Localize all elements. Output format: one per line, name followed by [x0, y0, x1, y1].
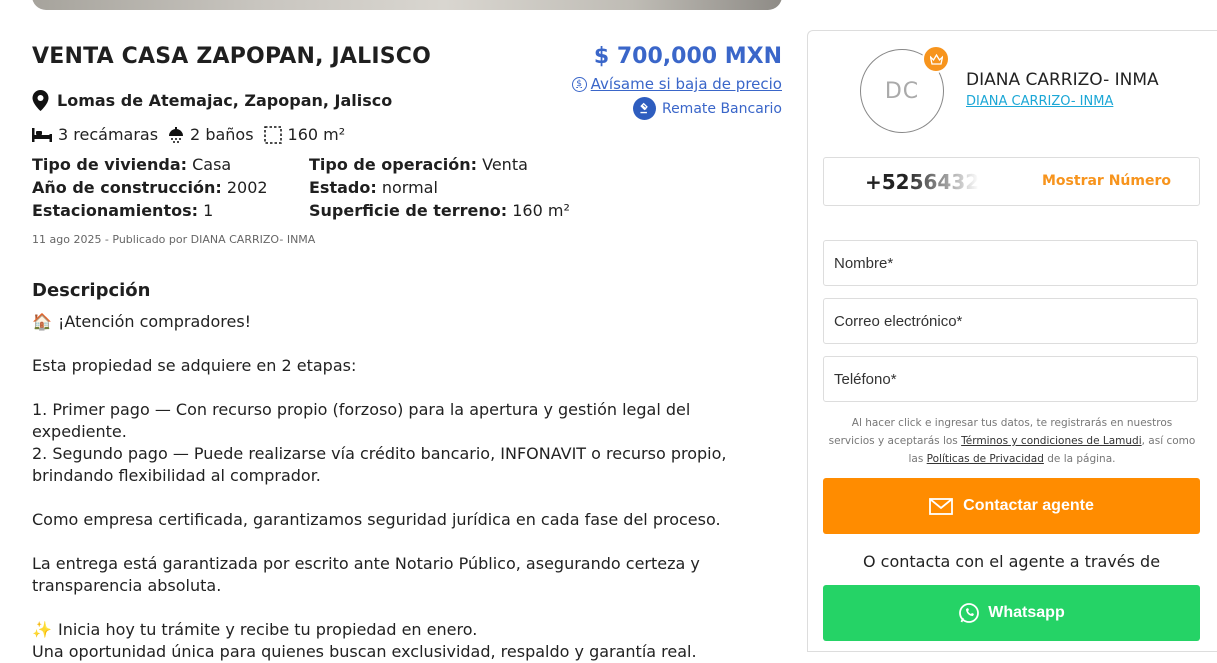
spec-key: Superficie de terreno:	[309, 201, 508, 220]
description-line: Esta propiedad se adquiere en 2 etapas:	[32, 356, 357, 375]
spec-key: Estacionamientos:	[32, 201, 199, 220]
spec-value: 1	[203, 201, 214, 220]
privacy-link[interactable]: Políticas de Privacidad	[927, 453, 1044, 465]
spec-key: Tipo de vivienda:	[32, 155, 188, 174]
partial-phone-number: +5256432	[865, 170, 980, 194]
spec-key: Tipo de operación:	[309, 155, 478, 174]
description-line: Una oportunidad única para quienes busca…	[32, 642, 697, 661]
price-alert-link[interactable]: $ Avísame si baja de precio	[571, 75, 782, 93]
terms-link[interactable]: Términos y condiciones de Lamudi	[961, 435, 1142, 447]
contact-agent-label: Contactar agente	[963, 497, 1094, 514]
location-pin-icon	[32, 90, 49, 111]
dollar-coin-icon: $	[571, 76, 587, 92]
description-body: 🏠 ¡Atención compradores! Esta propiedad s…	[32, 311, 784, 663]
location-text: Lomas de Atemajac, Zapopan, Jalisco	[57, 91, 393, 110]
whatsapp-label: Whatsapp	[988, 604, 1065, 621]
spec-estado: Estado: normal	[309, 178, 592, 197]
description-line: La entrega está garantizada por escrito …	[32, 554, 700, 595]
spec-tipo-vivienda: Tipo de vivienda: Casa	[32, 155, 309, 174]
published-info: 11 ago 2025 - Publicado por DIANA CARRIZ…	[32, 233, 316, 246]
description-line: 1. Primer pago — Con recurso propio (for…	[32, 400, 691, 441]
spec-value: Venta	[482, 155, 528, 174]
agent-profile-link[interactable]: DIANA CARRIZO- INMA	[966, 94, 1113, 109]
description-line: Inicia hoy tu trámite y recibe tu propie…	[58, 620, 478, 639]
agent-name: DIANA CARRIZO- INMA	[966, 70, 1159, 90]
listing-title: VENTA CASA ZAPOPAN, JALISCO	[32, 44, 432, 69]
alternative-contact-text: O contacta con el agente a través de	[862, 552, 1161, 571]
bathrooms-label: 2 baños	[190, 125, 254, 144]
description-line: 2. Segundo pago — Puede realizarse vía c…	[32, 444, 727, 485]
crown-icon	[922, 45, 950, 73]
name-input[interactable]	[823, 240, 1198, 286]
contact-panel: DC DIANA CARRIZO- INMA DIANA CARRIZO- IN…	[807, 30, 1217, 652]
listing-price: $ 700,000 MXN	[593, 44, 782, 69]
email-input[interactable]	[823, 298, 1198, 344]
price-block: $ 700,000 MXN $ Avísame si baja de preci…	[571, 44, 782, 120]
bed-icon	[32, 127, 52, 142]
listing-location: Lomas de Atemajac, Zapopan, Jalisco	[32, 90, 392, 111]
whatsapp-icon	[959, 603, 980, 623]
phone-reveal-box: +5256432 Mostrar Número	[823, 157, 1200, 206]
spec-tipo-operacion: Tipo de operación: Venta	[309, 155, 592, 174]
area-feature: 160 m²	[263, 125, 346, 144]
house-emoji-icon: 🏠	[32, 312, 52, 331]
bedrooms-label: 3 recámaras	[58, 125, 159, 144]
price-alert-label: Avísame si baja de precio	[590, 75, 782, 93]
listing-photo[interactable]	[32, 0, 782, 10]
area-icon	[263, 125, 282, 144]
whatsapp-button[interactable]: Whatsapp	[823, 585, 1200, 641]
phone-input[interactable]	[823, 356, 1198, 402]
remate-bancario-label: Remate Bancario	[661, 100, 782, 117]
shower-icon	[169, 126, 184, 143]
spec-value: Casa	[192, 155, 232, 174]
legal-text: de la página.	[1043, 453, 1116, 465]
bedrooms-feature: 3 recámaras	[32, 125, 158, 144]
description-title: Descripción	[32, 280, 151, 301]
spec-superficie-terreno: Superficie de terreno: 160 m²	[309, 201, 592, 220]
bathrooms-feature: 2 baños	[168, 125, 254, 144]
listing-features: 3 recámaras 2 baños 160 m²	[32, 125, 347, 144]
description-line: Como empresa certificada, garantizamos s…	[32, 510, 721, 529]
spec-estacionamientos: Estacionamientos: 1	[32, 201, 309, 220]
spec-key: Año de construcción:	[32, 178, 222, 197]
spec-key: Estado:	[309, 178, 377, 197]
spec-value: normal	[381, 178, 438, 197]
envelope-icon	[929, 497, 954, 515]
legal-notice: Al hacer click e ingresar tus datos, te …	[828, 414, 1196, 468]
remate-bancario-badge: Remate Bancario	[572, 97, 782, 120]
sparkles-emoji-icon: ✨	[32, 620, 52, 639]
spec-value: 160 m²	[512, 201, 570, 220]
contact-agent-button[interactable]: Contactar agente	[823, 478, 1200, 534]
spec-value: 2002	[226, 178, 268, 197]
gavel-icon	[632, 97, 656, 120]
listing-specs: Tipo de vivienda: Casa Tipo de operación…	[32, 155, 592, 220]
show-number-button[interactable]: Mostrar Número	[1042, 173, 1171, 189]
description-line: ¡Atención compradores!	[58, 312, 252, 331]
spec-anio-construccion: Año de construcción: 2002	[32, 178, 309, 197]
area-label: 160 m²	[287, 125, 346, 144]
